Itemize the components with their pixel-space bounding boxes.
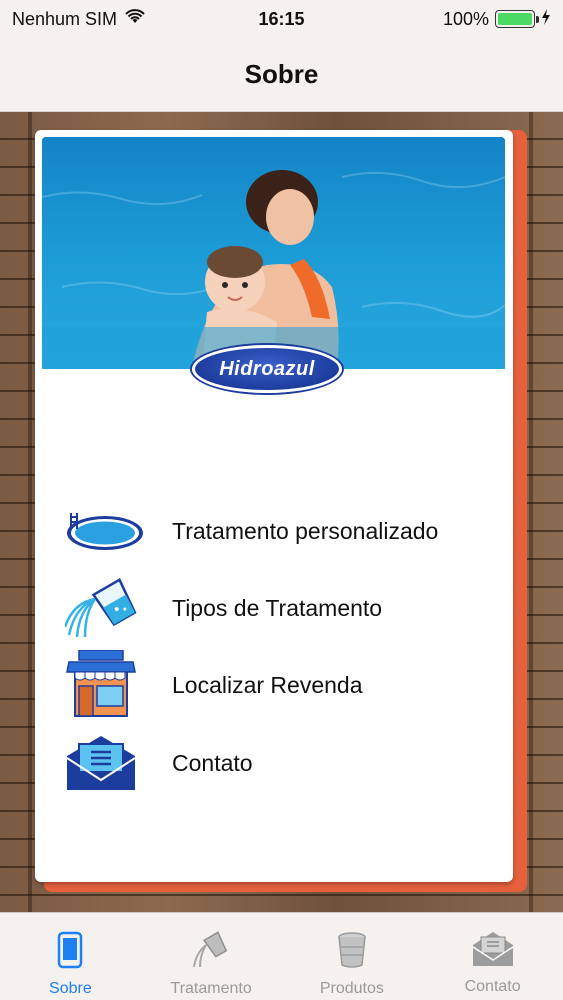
tab-contato[interactable]: Contato <box>422 913 563 1000</box>
wifi-icon <box>125 8 145 30</box>
tab-label: Sobre <box>49 980 92 997</box>
menu-item-contato[interactable]: Contato <box>65 732 495 794</box>
tab-label: Produtos <box>319 980 384 997</box>
envelope-icon <box>65 732 147 794</box>
status-bar: Nenhum SIM 16:15 100% <box>0 0 563 38</box>
battery-icon <box>495 10 539 28</box>
tratamento-icon <box>190 931 232 974</box>
hero-image <box>42 137 505 369</box>
navigation-bar: Sobre <box>0 38 563 112</box>
menu-item-tipos-de-tratamento[interactable]: Tipos de Tratamento <box>65 577 495 639</box>
page-title: Sobre <box>244 59 319 89</box>
tab-tratamento[interactable]: Tratamento <box>141 913 282 1000</box>
carrier-label: Nenhum SIM <box>12 8 118 29</box>
store-icon <box>65 650 147 717</box>
bucket-icon <box>336 931 368 974</box>
pool-icon <box>65 500 147 562</box>
envelope-icon <box>472 931 514 972</box>
clock: 16:15 <box>258 8 305 29</box>
about-card: Hidroazul Tratamento personalizado Tipos… <box>35 130 513 882</box>
menu-item-localizar-revenda[interactable]: Localizar Revenda <box>65 650 495 717</box>
tab-bar: Sobre Tratamento Produtos Contato <box>0 912 563 1000</box>
chemical-pour-icon <box>65 577 147 639</box>
menu-label: Localizar Revenda <box>172 671 363 698</box>
menu-label: Tipos de Tratamento <box>172 594 383 621</box>
menu-label: Tratamento personalizado <box>172 517 439 544</box>
tab-sobre[interactable]: Sobre <box>0 913 141 1000</box>
menu-label: Contato <box>172 749 253 776</box>
brand-logo: Hidroazul <box>192 345 342 393</box>
status-left: Nenhum SIM <box>12 9 212 30</box>
battery-percent: 100% <box>442 8 489 29</box>
menu-item-tratamento-personalizado[interactable]: Tratamento personalizado <box>65 500 495 562</box>
charging-icon <box>541 8 551 30</box>
tab-label: Contato <box>464 978 521 995</box>
tab-label: Tratamento <box>170 980 252 997</box>
brand-logo-text: Hidroazul <box>219 357 315 380</box>
status-right: 100% <box>351 8 551 30</box>
phone-icon <box>57 931 83 974</box>
tab-produtos[interactable]: Produtos <box>282 913 423 1000</box>
